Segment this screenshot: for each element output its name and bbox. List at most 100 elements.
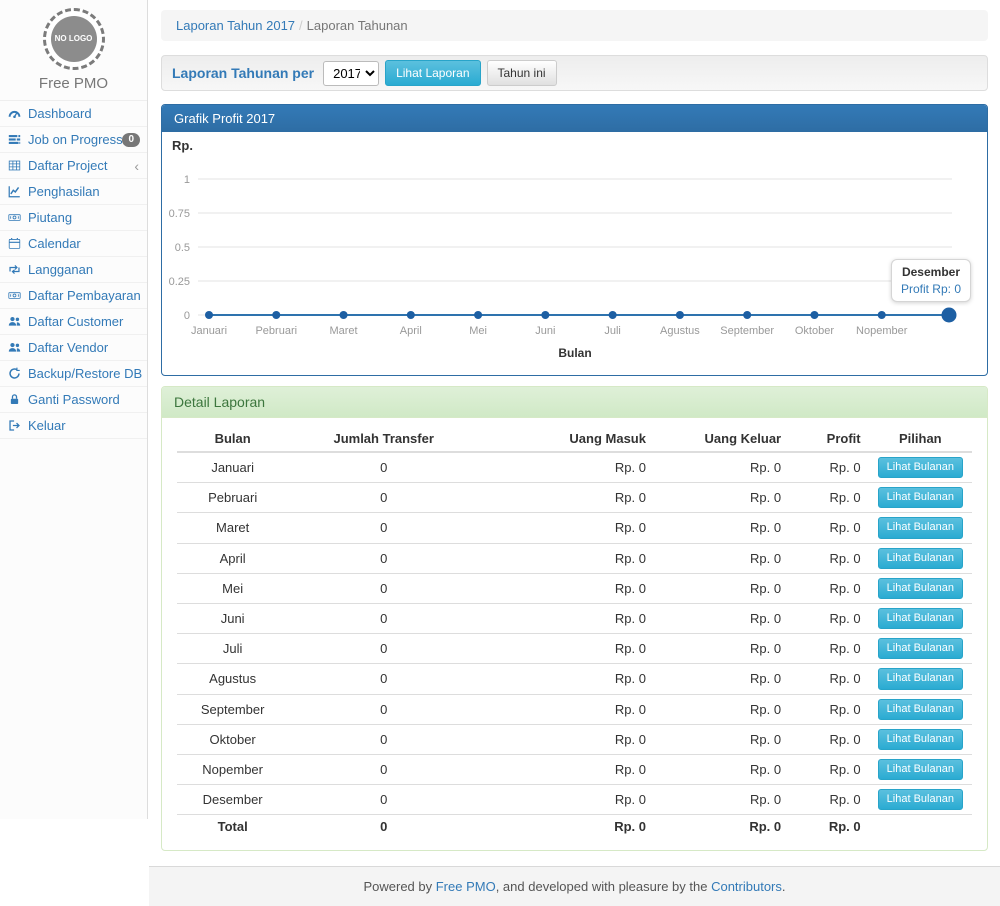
transfer-cell: 0 [288,724,479,754]
lihat-bulanan-button[interactable]: Lihat Bulanan [878,548,963,569]
uang-masuk-cell: Rp. 0 [479,513,654,543]
column-header-uang-keluar: Uang Keluar [654,426,789,452]
sidebar-item-daftar-vendor[interactable]: Daftar Vendor [0,335,147,361]
detail-panel-title: Detail Laporan [162,387,987,418]
footer-freepmo-link[interactable]: Free PMO [436,879,496,894]
uang-keluar-cell: Rp. 0 [654,754,789,784]
sidebar-item-label: Daftar Customer [28,314,123,329]
uang-keluar-cell: Rp. 0 [654,513,789,543]
filter-label: Laporan Tahunan per [172,65,314,81]
profit-cell: Rp. 0 [789,573,869,603]
sidebar: NO LOGO Free PMO Dashboard Job on Progre… [0,0,148,819]
sidebar-item-keluar[interactable]: Keluar [0,413,147,439]
brand-name: Free PMO [0,75,147,92]
total-keluar-cell: Rp. 0 [654,815,789,839]
svg-text:Agustus: Agustus [660,325,700,337]
action-cell: Lihat Bulanan [869,664,972,694]
sidebar-item-langganan[interactable]: Langganan [0,257,147,283]
month-cell: April [177,543,288,573]
lihat-bulanan-button[interactable]: Lihat Bulanan [878,638,963,659]
profit-cell: Rp. 0 [789,543,869,573]
total-action-cell [869,815,972,839]
uang-keluar-cell: Rp. 0 [654,573,789,603]
sidebar-item-piutang[interactable]: Piutang [0,205,147,231]
sidebar-item-backup-restore-db[interactable]: Backup/Restore DB [0,361,147,387]
sidebar-item-dashboard[interactable]: Dashboard [0,101,147,127]
action-cell: Lihat Bulanan [869,543,972,573]
profit-cell: Rp. 0 [789,694,869,724]
month-cell: Agustus [177,664,288,694]
sidebar-menu: Dashboard Job on Progress 0 Daftar Proje… [0,100,147,439]
uang-keluar-cell: Rp. 0 [654,664,789,694]
uang-masuk-cell: Rp. 0 [479,483,654,513]
uang-keluar-cell: Rp. 0 [654,634,789,664]
svg-text:1: 1 [184,174,190,186]
action-cell: Lihat Bulanan [869,634,972,664]
transfer-cell: 0 [288,694,479,724]
profit-line-chart: 00.250.50.751Rp.JanuariPebruariMaretApri… [162,132,988,375]
year-select[interactable]: 2017 [323,61,379,86]
users-icon [8,341,23,354]
uang-masuk-cell: Rp. 0 [479,724,654,754]
action-cell: Lihat Bulanan [869,694,972,724]
uang-keluar-cell: Rp. 0 [654,452,789,483]
lihat-bulanan-button[interactable]: Lihat Bulanan [878,578,963,599]
month-cell: Oktober [177,724,288,754]
sidebar-item-label: Langganan [28,262,93,277]
lihat-bulanan-button[interactable]: Lihat Bulanan [878,517,963,538]
lihat-bulanan-button[interactable]: Lihat Bulanan [878,789,963,810]
month-cell: Nopember [177,754,288,784]
svg-text:Bulan: Bulan [558,346,591,360]
lihat-bulanan-button[interactable]: Lihat Bulanan [878,668,963,689]
lihat-bulanan-button[interactable]: Lihat Bulanan [878,457,963,478]
sidebar-item-daftar-customer[interactable]: Daftar Customer [0,309,147,335]
uang-keluar-cell: Rp. 0 [654,483,789,513]
dashboard-icon [8,107,23,120]
profit-cell: Rp. 0 [789,483,869,513]
footer-text: , and developed with pleasure by the [496,879,711,894]
uang-masuk-cell: Rp. 0 [479,573,654,603]
lihat-bulanan-button[interactable]: Lihat Bulanan [878,759,963,780]
table-row: Maret 0 Rp. 0 Rp. 0 Rp. 0 Lihat Bulanan [177,513,972,543]
lihat-bulanan-button[interactable]: Lihat Bulanan [878,487,963,508]
total-transfer-cell: 0 [288,815,479,839]
action-cell: Lihat Bulanan [869,452,972,483]
month-cell: September [177,694,288,724]
chart-tooltip-value: Profit Rp: 0 [901,282,961,296]
lihat-bulanan-button[interactable]: Lihat Bulanan [878,699,963,720]
transfer-cell: 0 [288,785,479,815]
sidebar-item-daftar-pembayaran[interactable]: Daftar Pembayaran [0,283,147,309]
table-row: Agustus 0 Rp. 0 Rp. 0 Rp. 0 Lihat Bulana… [177,664,972,694]
sidebar-item-calendar[interactable]: Calendar [0,231,147,257]
lihat-bulanan-button[interactable]: Lihat Bulanan [878,608,963,629]
chart-panel-title: Grafik Profit 2017 [162,105,987,132]
lihat-bulanan-button[interactable]: Lihat Bulanan [878,729,963,750]
lock-icon [8,393,23,406]
footer: Powered by Free PMO, and developed with … [149,866,1000,906]
profit-cell: Rp. 0 [789,754,869,784]
table-row: Desember 0 Rp. 0 Rp. 0 Rp. 0 Lihat Bulan… [177,785,972,815]
report-table: Bulan Jumlah Transfer Uang Masuk Uang Ke… [177,426,972,838]
sidebar-item-job-on-progress[interactable]: Job on Progress 0 [0,127,147,153]
uang-keluar-cell: Rp. 0 [654,724,789,754]
month-cell: Pebruari [177,483,288,513]
column-header-jumlah-transfer: Jumlah Transfer [288,426,479,452]
sidebar-item-penghasilan[interactable]: Penghasilan [0,179,147,205]
footer-contributors-link[interactable]: Contributors [711,879,782,894]
svg-text:Pebruari: Pebruari [255,325,297,337]
transfer-cell: 0 [288,543,479,573]
sidebar-item-ganti-password[interactable]: Ganti Password [0,387,147,413]
table-row: September 0 Rp. 0 Rp. 0 Rp. 0 Lihat Bula… [177,694,972,724]
sidebar-item-label: Ganti Password [28,392,120,407]
sidebar-item-daftar-project[interactable]: Daftar Project ‹ [0,153,147,179]
sidebar-item-label: Keluar [28,418,66,433]
uang-keluar-cell: Rp. 0 [654,543,789,573]
svg-text:Oktober: Oktober [795,325,834,337]
breadcrumb-link-laporan-tahun[interactable]: Laporan Tahun 2017 [176,18,295,33]
svg-text:Mei: Mei [469,325,487,337]
footer-text: Powered by [363,879,435,894]
lihat-laporan-button[interactable]: Lihat Laporan [385,60,480,86]
tahun-ini-button[interactable]: Tahun ini [487,60,557,86]
sidebar-item-label: Dashboard [28,106,92,121]
action-cell: Lihat Bulanan [869,483,972,513]
